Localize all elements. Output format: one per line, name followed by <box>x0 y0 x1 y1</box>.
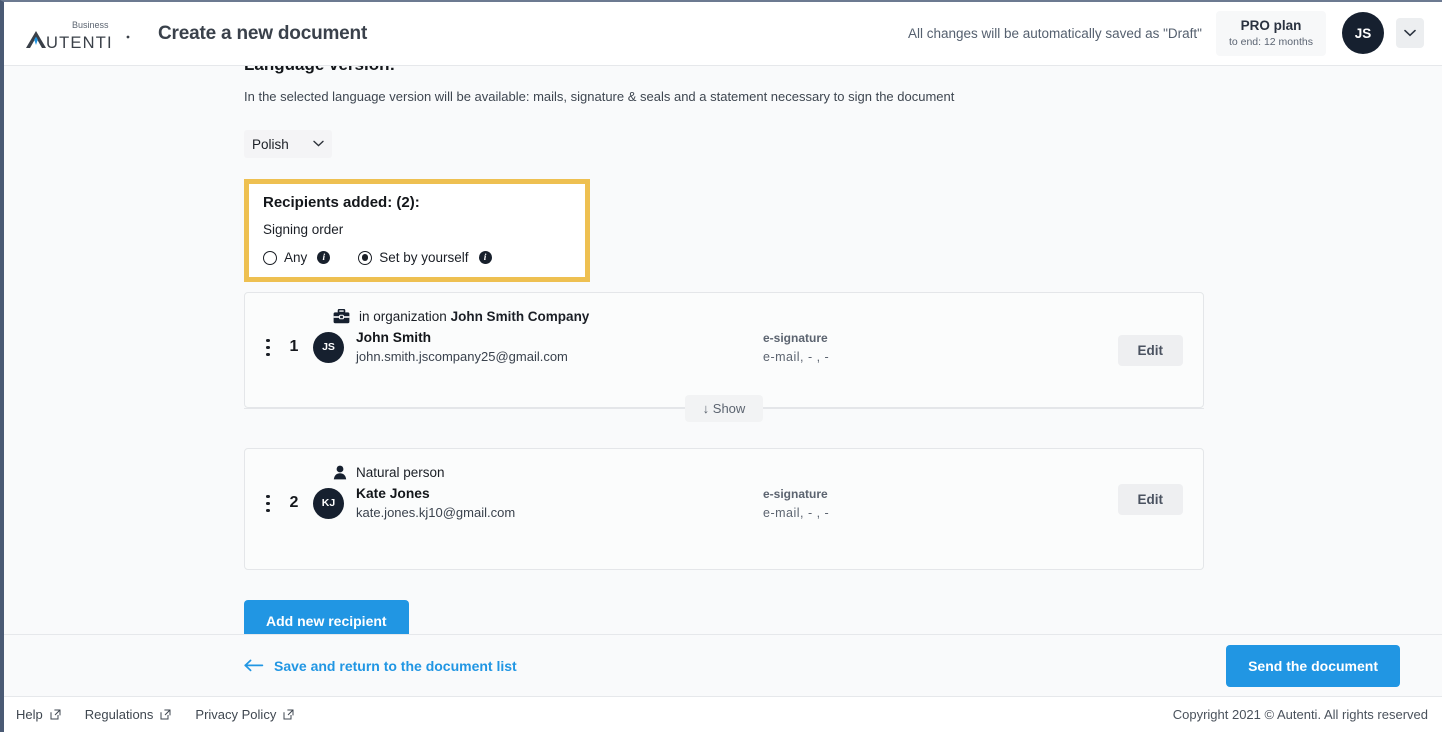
language-select[interactable]: Polish <box>244 130 332 159</box>
recipient-identity: John Smith john.smith.jscompany25@gmail.… <box>356 330 568 364</box>
app-footer: Help Regulations Privacy Policy Copyrigh… <box>4 696 1442 732</box>
language-select-row: Polish <box>244 130 1442 159</box>
recipient-order-number: 1 <box>289 338 299 356</box>
send-document-button[interactable]: Send the document <box>1226 644 1400 687</box>
recipient-body: 1 JS John Smith john.smith.jscompany25@g… <box>245 330 1203 364</box>
recipient-type-prefix: in organization <box>359 309 451 325</box>
external-link-icon <box>50 709 61 720</box>
autenti-logo[interactable]: Business UTENTI <box>24 17 132 51</box>
edit-recipient-button[interactable]: Edit <box>1117 335 1183 367</box>
chevron-down-icon <box>313 139 324 150</box>
recipient-card[interactable]: in organization John Smith Company 1 JS … <box>244 292 1204 409</box>
person-icon <box>333 465 347 480</box>
recipient-email: john.smith.jscompany25@gmail.com <box>356 349 568 365</box>
footer-link-help-label: Help <box>16 707 43 722</box>
show-more-button[interactable]: ↓ Show <box>684 394 764 422</box>
plan-badge[interactable]: PRO plan to end: 12 months <box>1215 11 1326 56</box>
main-scroll-area[interactable]: Language version: In the selected langua… <box>4 66 1442 634</box>
footer-link-regulations-label: Regulations <box>84 707 154 722</box>
signing-order-label: Signing order <box>263 222 344 238</box>
copyright-text: Copyright 2021 © Autenti. All rights res… <box>1172 707 1428 722</box>
language-select-value: Polish <box>252 136 289 152</box>
recipient-organization-name: John Smith Company <box>450 309 590 325</box>
radio-label-set-by-yourself: Set by yourself <box>379 250 469 266</box>
footer-links: Help Regulations Privacy Policy <box>16 707 294 722</box>
radio-option-set-by-yourself[interactable]: Set by yourself i <box>358 250 492 266</box>
info-icon[interactable]: i <box>317 251 331 265</box>
info-icon[interactable]: i <box>478 251 492 265</box>
chevron-down-glyph <box>1404 30 1416 37</box>
svg-text:Business: Business <box>72 20 109 30</box>
radio-indicator-set-by-yourself <box>358 250 373 265</box>
footer-link-privacy-policy[interactable]: Privacy Policy <box>195 707 294 722</box>
edit-recipient-button[interactable]: Edit <box>1117 484 1183 516</box>
chevron-down-icon[interactable] <box>1396 18 1424 49</box>
footer-link-help[interactable]: Help <box>16 707 61 722</box>
recipient-body: 2 KJ Kate Jones kate.jones.kj10@gmail.co… <box>245 486 1203 520</box>
briefcase-icon <box>333 309 350 324</box>
radio-option-any[interactable]: Any i <box>263 250 331 266</box>
header-right-group: All changes will be automatically saved … <box>908 11 1424 56</box>
language-section-description: In the selected language version will be… <box>244 89 955 105</box>
chevron-down-glyph <box>313 140 324 147</box>
page-title: Create a new document <box>158 22 368 44</box>
recipient-card[interactable]: Natural person 2 KJ Kate Jones kate.jone… <box>244 448 1204 571</box>
recipient-avatar: KJ <box>313 487 344 519</box>
recipient-name: John Smith <box>356 330 432 346</box>
show-divider-row: ↓ Show <box>244 394 1204 422</box>
recipient-type-row: Natural person <box>245 449 1203 480</box>
recipient-email: kate.jones.kj10@gmail.com <box>356 505 516 521</box>
avatar[interactable]: JS <box>1342 12 1384 55</box>
save-and-return-link[interactable]: Save and return to the document list <box>244 658 517 674</box>
app-window: Business UTENTI Create a new document Al… <box>0 0 1442 732</box>
recipient-order-number: 2 <box>289 494 299 512</box>
app-header: Business UTENTI Create a new document Al… <box>4 2 1442 66</box>
recipients-panel-highlight: Recipients added: (2): Signing order Any… <box>244 179 590 283</box>
recipient-identity: Kate Jones kate.jones.kj10@gmail.com <box>356 486 515 520</box>
footer-link-regulations[interactable]: Regulations <box>85 707 172 722</box>
recipient-type-text: Natural person <box>356 465 445 481</box>
arrow-left-icon <box>244 659 264 672</box>
save-and-return-label: Save and return to the document list <box>274 657 517 674</box>
footer-link-privacy-policy-label: Privacy Policy <box>195 707 277 722</box>
recipient-type-row: in organization John Smith Company <box>245 293 1203 324</box>
autosave-note: All changes will be automatically saved … <box>907 25 1202 41</box>
language-section-title: Language version: <box>244 66 1442 75</box>
autenti-logo-icon: Business UTENTI <box>26 20 130 51</box>
recipient-name: Kate Jones <box>356 486 430 502</box>
svg-text:UTENTI: UTENTI <box>46 34 113 51</box>
radio-label-any: Any <box>284 250 308 266</box>
recipients-added-title: Recipients added: (2): <box>263 194 420 212</box>
external-link-icon <box>283 709 294 720</box>
recipient-menu-icon[interactable] <box>257 494 279 513</box>
add-new-recipient-button[interactable]: Add new recipient <box>244 600 409 634</box>
plan-name: PRO plan <box>1240 18 1302 34</box>
recipients-list: in organization John Smith Company 1 JS … <box>244 292 1442 571</box>
recipient-type-text: in organization John Smith Company <box>359 309 589 324</box>
plan-expiry: to end: 12 months <box>1228 35 1313 48</box>
recipient-avatar: JS <box>313 331 344 363</box>
form-content: Language version: In the selected langua… <box>4 66 1442 634</box>
signing-order-radio-group: Any i Set by yourself i <box>263 250 571 265</box>
recipient-menu-icon[interactable] <box>257 338 279 357</box>
action-bar: Save and return to the document list Sen… <box>4 634 1442 696</box>
radio-indicator-any <box>263 250 277 265</box>
external-link-icon <box>160 709 171 720</box>
